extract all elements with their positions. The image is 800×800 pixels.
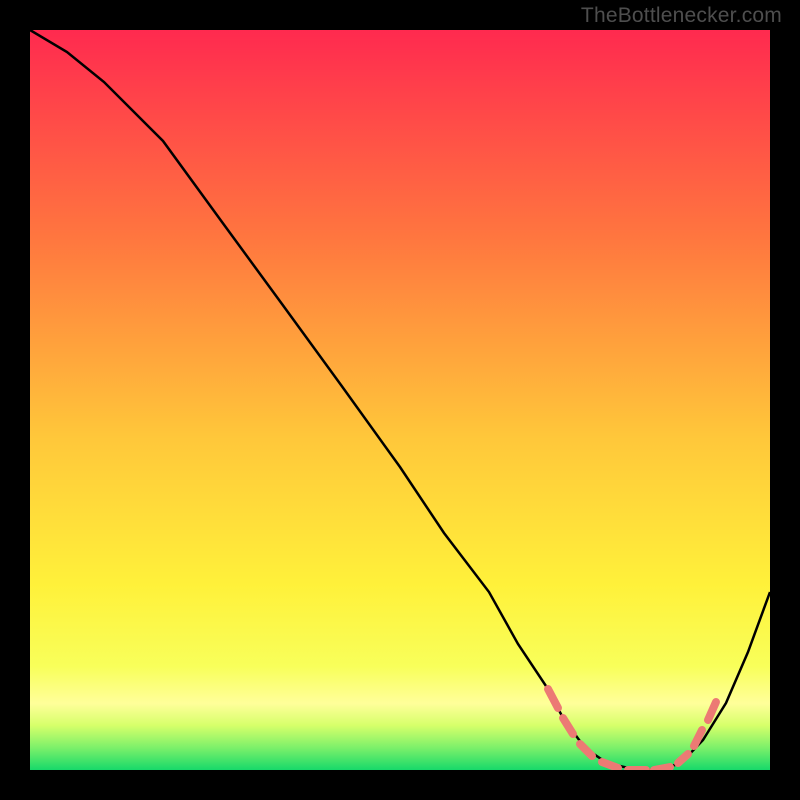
chart-plot-area xyxy=(30,30,770,770)
chart-svg xyxy=(30,30,770,770)
watermark-text: TheBottlenecker.com xyxy=(581,4,782,28)
gradient-background xyxy=(30,30,770,770)
